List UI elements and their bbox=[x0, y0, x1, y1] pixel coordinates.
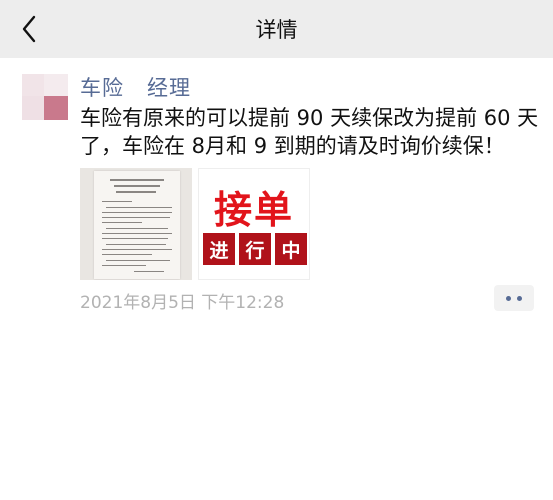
more-dots-icon-dot bbox=[517, 295, 522, 301]
post-timestamp: 2021年8月5日 下午12:28 bbox=[80, 293, 285, 313]
author-name[interactable]: 车险 经理 bbox=[80, 72, 191, 102]
ad-box-3: 中 bbox=[275, 233, 307, 265]
navbar: 详情 bbox=[0, 0, 553, 58]
post-content: 车险有原来的可以提前 90 天续保改为提前 60 天了，车险在 8月和 9 到期… bbox=[80, 106, 539, 158]
more-dots-icon bbox=[506, 295, 511, 301]
ad-box-2: 行 bbox=[239, 233, 271, 265]
more-button[interactable] bbox=[494, 285, 534, 311]
avatar[interactable] bbox=[22, 74, 68, 120]
ad-image[interactable]: 接单 进 行 中 bbox=[198, 168, 310, 280]
moment-post: 车险 经理 车险有原来的可以提前 90 天续保改为提前 60 天了，车险在 8月… bbox=[0, 58, 553, 500]
document-image[interactable] bbox=[80, 168, 192, 280]
page-title: 详情 bbox=[255, 18, 298, 42]
ad-box-1: 进 bbox=[203, 233, 235, 265]
ad-big-text: 接单 bbox=[213, 188, 294, 232]
